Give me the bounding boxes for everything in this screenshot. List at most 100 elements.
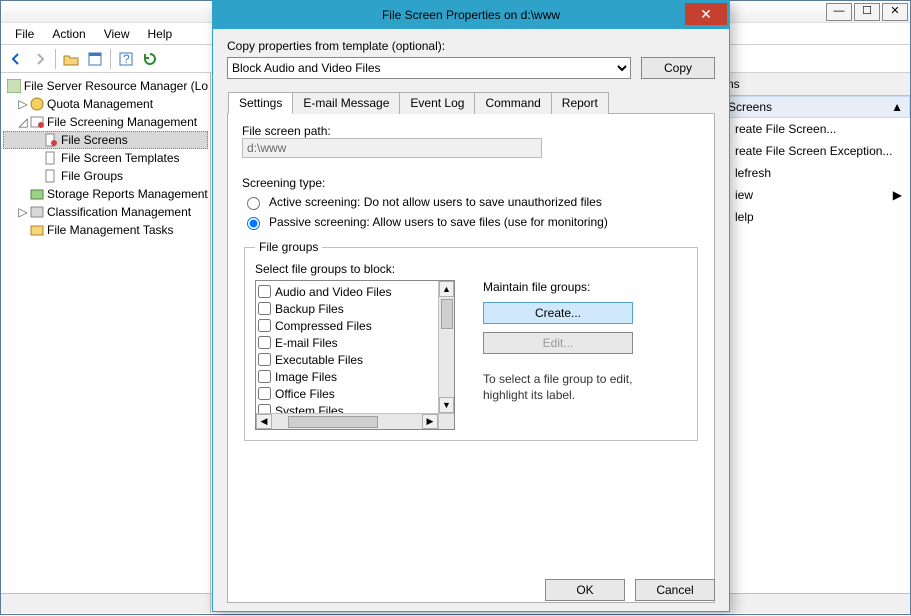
- file-groups-label: Select file groups to block:: [255, 262, 687, 276]
- tab-report[interactable]: Report: [551, 92, 609, 114]
- action-create-exception[interactable]: reate File Screen Exception...: [721, 140, 910, 162]
- dialog-titlebar[interactable]: File Screen Properties on d:\www ✕: [213, 1, 729, 29]
- properties-icon[interactable]: [84, 48, 106, 70]
- close-button[interactable]: ✕: [882, 3, 908, 21]
- ok-button[interactable]: OK: [545, 579, 625, 601]
- file-group-label: Audio and Video Files: [275, 285, 392, 299]
- forward-icon[interactable]: [29, 48, 51, 70]
- create-filegroup-button[interactable]: Create...: [483, 302, 633, 324]
- tab-settings[interactable]: Settings: [228, 92, 293, 114]
- scroll-thumb[interactable]: [441, 299, 453, 329]
- file-group-checkbox[interactable]: [258, 319, 271, 332]
- classification-icon: [29, 204, 45, 220]
- radio-active-input[interactable]: [247, 197, 260, 210]
- tree-label: File Screening Management: [47, 115, 197, 129]
- action-refresh[interactable]: lefresh: [721, 162, 910, 184]
- actions-section-header[interactable]: Screens ▲: [721, 96, 910, 118]
- tree-file-screens[interactable]: File Screens: [3, 131, 208, 149]
- collapse-icon[interactable]: ▲: [891, 100, 903, 114]
- file-group-checkbox[interactable]: [258, 370, 271, 383]
- scroll-down-icon[interactable]: ▼: [439, 397, 454, 413]
- file-group-label: E-mail Files: [275, 336, 338, 350]
- actions-pane: ns Screens ▲ reate File Screen... reate …: [720, 73, 910, 593]
- menu-view[interactable]: View: [96, 25, 138, 43]
- file-group-item[interactable]: Audio and Video Files: [258, 283, 436, 300]
- file-group-item[interactable]: Backup Files: [258, 300, 436, 317]
- tab-command[interactable]: Command: [474, 92, 551, 114]
- screening-icon: [29, 114, 45, 130]
- path-input: [242, 138, 542, 158]
- edit-filegroup-button: Edit...: [483, 332, 633, 354]
- file-group-item[interactable]: Image Files: [258, 368, 436, 385]
- tree-screening[interactable]: ◿ File Screening Management: [3, 113, 208, 131]
- back-icon[interactable]: [5, 48, 27, 70]
- action-create-screen[interactable]: reate File Screen...: [721, 118, 910, 140]
- file-groups-listbox[interactable]: Audio and Video Files Backup FilesCompres…: [255, 280, 455, 430]
- expander-icon[interactable]: ▷: [17, 97, 29, 111]
- maintain-panel: Maintain file groups: Create... Edit... …: [483, 280, 633, 403]
- tree-tasks[interactable]: File Management Tasks: [3, 221, 208, 239]
- file-group-label: Office Files: [275, 387, 335, 401]
- file-group-label: Backup Files: [275, 302, 344, 316]
- templates-icon: [43, 150, 59, 166]
- svg-text:?: ?: [123, 52, 130, 66]
- vertical-scrollbar[interactable]: ▲ ▼: [438, 281, 454, 413]
- file-group-item[interactable]: Office Files: [258, 385, 436, 402]
- radio-active[interactable]: Active screening: Do not allow users to …: [242, 194, 700, 210]
- scroll-up-icon[interactable]: ▲: [439, 281, 454, 297]
- scroll-thumb[interactable]: [288, 416, 378, 428]
- file-group-checkbox[interactable]: [258, 302, 271, 315]
- submenu-icon: ▶: [893, 188, 902, 202]
- file-group-item[interactable]: Compressed Files: [258, 317, 436, 334]
- tree-quota[interactable]: ▷ Quota Management: [3, 95, 208, 113]
- expander-icon[interactable]: ◿: [17, 115, 29, 129]
- tree-storage[interactable]: Storage Reports Management: [3, 185, 208, 203]
- file-group-checkbox[interactable]: [258, 285, 271, 298]
- folder-open-icon[interactable]: [60, 48, 82, 70]
- radio-passive[interactable]: Passive screening: Allow users to save f…: [242, 214, 700, 230]
- menu-help[interactable]: Help: [140, 25, 181, 43]
- file-group-item[interactable]: Executable Files: [258, 351, 436, 368]
- action-help[interactable]: lelp: [721, 206, 910, 228]
- refresh-icon[interactable]: [139, 48, 161, 70]
- file-group-checkbox[interactable]: [258, 404, 271, 413]
- nav-tree[interactable]: File Server Resource Manager (Lo ▷ Quota…: [1, 73, 211, 593]
- radio-passive-label: Passive screening: Allow users to save f…: [269, 215, 608, 229]
- expander-icon[interactable]: ▷: [17, 205, 29, 219]
- file-group-checkbox[interactable]: [258, 387, 271, 400]
- file-groups-icon: [43, 168, 59, 184]
- menu-file[interactable]: File: [7, 25, 42, 43]
- tree-root[interactable]: File Server Resource Manager (Lo: [3, 77, 208, 95]
- dialog-close-button[interactable]: ✕: [685, 3, 727, 25]
- copy-template-label: Copy properties from template (optional)…: [227, 39, 715, 53]
- tab-eventlog[interactable]: Event Log: [399, 92, 475, 114]
- tree-templates[interactable]: File Screen Templates: [3, 149, 208, 167]
- tasks-icon: [29, 222, 45, 238]
- menu-action[interactable]: Action: [44, 25, 93, 43]
- file-group-item[interactable]: System Files: [258, 402, 436, 413]
- file-group-checkbox[interactable]: [258, 336, 271, 349]
- file-screen-properties-dialog: File Screen Properties on d:\www ✕ Copy …: [212, 0, 730, 612]
- file-groups-fieldset: File groups Select file groups to block:…: [244, 240, 698, 441]
- tree-groups[interactable]: File Groups: [3, 167, 208, 185]
- file-group-item[interactable]: E-mail Files: [258, 334, 436, 351]
- tree-classification[interactable]: ▷ Classification Management: [3, 203, 208, 221]
- tree-root-label: File Server Resource Manager (Lo: [24, 79, 208, 93]
- cancel-button[interactable]: Cancel: [635, 579, 715, 601]
- maximize-button[interactable]: ☐: [854, 3, 880, 21]
- file-group-checkbox[interactable]: [258, 353, 271, 366]
- copy-button[interactable]: Copy: [641, 57, 715, 79]
- horizontal-scrollbar[interactable]: ◀ ▶: [256, 413, 438, 429]
- scroll-right-icon[interactable]: ▶: [422, 414, 438, 429]
- tab-container: Settings E-mail Message Event Log Comman…: [227, 113, 715, 603]
- template-select[interactable]: Block Audio and Video Files: [227, 57, 631, 79]
- quota-icon: [29, 96, 45, 112]
- tree-label: File Screen Templates: [61, 151, 180, 165]
- radio-passive-input[interactable]: [247, 217, 260, 230]
- tab-email[interactable]: E-mail Message: [292, 92, 400, 114]
- minimize-button[interactable]: —: [826, 3, 852, 21]
- file-screens-icon: [43, 132, 59, 148]
- scroll-left-icon[interactable]: ◀: [256, 414, 272, 429]
- action-view[interactable]: iew▶: [721, 184, 910, 206]
- help-icon[interactable]: ?: [115, 48, 137, 70]
